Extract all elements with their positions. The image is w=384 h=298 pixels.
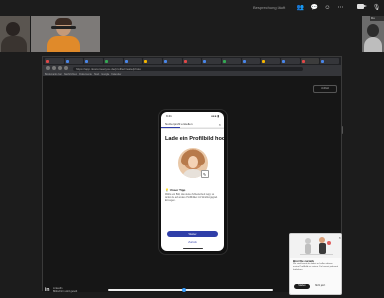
participant-body xyxy=(364,37,382,52)
browser-tab[interactable] xyxy=(202,58,222,64)
camera-icon[interactable] xyxy=(357,4,367,9)
participant-head xyxy=(367,24,379,37)
browser-tab[interactable] xyxy=(261,58,281,64)
fullscreen-button[interactable]: Vollbild xyxy=(313,85,337,93)
linkedin-logo: in xyxy=(45,287,50,293)
timeline-track[interactable] xyxy=(108,289,273,291)
tip-title: 💡 Unser Tipp xyxy=(165,188,220,192)
browser-tab[interactable] xyxy=(222,58,241,64)
self-view-label: Du xyxy=(370,16,384,21)
browser-tab-active[interactable] xyxy=(300,58,320,64)
headset-icon xyxy=(51,26,76,29)
browser-tab[interactable] xyxy=(123,58,143,64)
edit-photo-icon[interactable]: ✎ xyxy=(200,170,209,178)
people-icon[interactable]: 👥 xyxy=(296,3,305,12)
browser-tab[interactable] xyxy=(143,58,163,64)
profile-photo[interactable]: ✎ xyxy=(177,148,209,178)
more-icon[interactable]: ⋯ xyxy=(336,3,345,12)
browser-tab[interactable] xyxy=(241,58,261,64)
participant-hair xyxy=(55,18,72,25)
forward-icon[interactable] xyxy=(52,66,56,70)
meeting-stage: Besprechung läuft 👥 💬 ☺ ⋯ 🎙 Du https://a… xyxy=(0,0,384,298)
browser-tab[interactable] xyxy=(64,58,84,64)
tip-title-text: Unser Tipp xyxy=(169,188,186,192)
url-field[interactable]: https://app.nicetomeetyou.de/profile/cre… xyxy=(73,66,303,71)
status-signal-icon: ●●● ▮ xyxy=(211,114,219,118)
bottom-bar-line2: Bildschirm wird geteilt xyxy=(53,290,78,293)
status-time: 9:41 xyxy=(166,114,172,118)
browser-tab[interactable] xyxy=(84,58,104,64)
popup-text: Wir sind bereit dir dabei zu helfen dein… xyxy=(293,263,338,271)
progress-bar xyxy=(161,127,224,128)
browser-address-bar: https://app.nicetomeetyou.de/profile/cre… xyxy=(43,65,341,72)
home-icon[interactable] xyxy=(64,66,68,70)
bottom-bar-text: LinkedIn Bildschirm wird geteilt xyxy=(53,287,77,293)
chat-icon[interactable]: 💬 xyxy=(310,3,319,12)
browser-tab[interactable] xyxy=(320,58,340,64)
popup-dismiss-link[interactable]: Nicht jetzt xyxy=(315,285,325,287)
phone-screen: 9:41 ●●● ▮ Nutzerprofil erstellen × Lade… xyxy=(161,112,224,251)
browser-tab[interactable] xyxy=(182,58,202,64)
onboarding-header: Nutzerprofil erstellen × xyxy=(161,120,224,129)
page-heading: Lade ein Profilbild hoch xyxy=(165,136,224,142)
progress-bar-fill xyxy=(161,127,180,128)
reload-icon[interactable] xyxy=(58,66,62,70)
self-view-tile[interactable] xyxy=(362,16,384,52)
continue-button[interactable]: Weiter xyxy=(167,231,218,237)
participant-tile[interactable] xyxy=(31,16,100,52)
welcome-back-popup: × Bist Du zurück Wir sind bereit dir dab… xyxy=(289,233,342,295)
browser-tab[interactable] xyxy=(104,58,123,64)
back-link[interactable]: Zurück xyxy=(161,240,224,244)
phone-mockup: 9:41 ●●● ▮ Nutzerprofil erstellen × Lade… xyxy=(158,109,228,255)
participant-tile[interactable] xyxy=(0,16,30,52)
home-indicator xyxy=(183,248,203,249)
participant-body xyxy=(47,36,80,52)
participant-head xyxy=(6,22,20,36)
browser-tab[interactable] xyxy=(45,58,64,64)
meeting-title: Besprechung läuft xyxy=(253,5,286,10)
timeline-handle[interactable] xyxy=(182,288,186,292)
close-icon[interactable]: × xyxy=(339,235,341,240)
participant-body xyxy=(1,36,27,52)
onboarding-header-title: Nutzerprofil erstellen xyxy=(165,122,193,126)
popup-illustration: × xyxy=(290,234,341,258)
meeting-top-bar: Besprechung läuft 👥 💬 ☺ ⋯ 🎙 xyxy=(0,0,384,14)
back-icon[interactable] xyxy=(46,66,50,70)
browser-tab[interactable] xyxy=(163,58,182,64)
popup-start-button[interactable]: Starten xyxy=(294,284,310,289)
tip-text: Wähle ein Bild, das deine Zufriedenheit … xyxy=(165,194,218,202)
phone-status-bar: 9:41 ●●● ▮ xyxy=(161,112,224,120)
lightbulb-icon: 💡 xyxy=(165,188,169,192)
browser-tab-strip xyxy=(43,57,341,65)
close-icon[interactable]: × xyxy=(219,122,221,127)
reactions-icon[interactable]: ☺ xyxy=(323,3,332,12)
microphone-icon[interactable]: 🎙 xyxy=(372,3,381,12)
browser-tab[interactable] xyxy=(281,58,300,64)
